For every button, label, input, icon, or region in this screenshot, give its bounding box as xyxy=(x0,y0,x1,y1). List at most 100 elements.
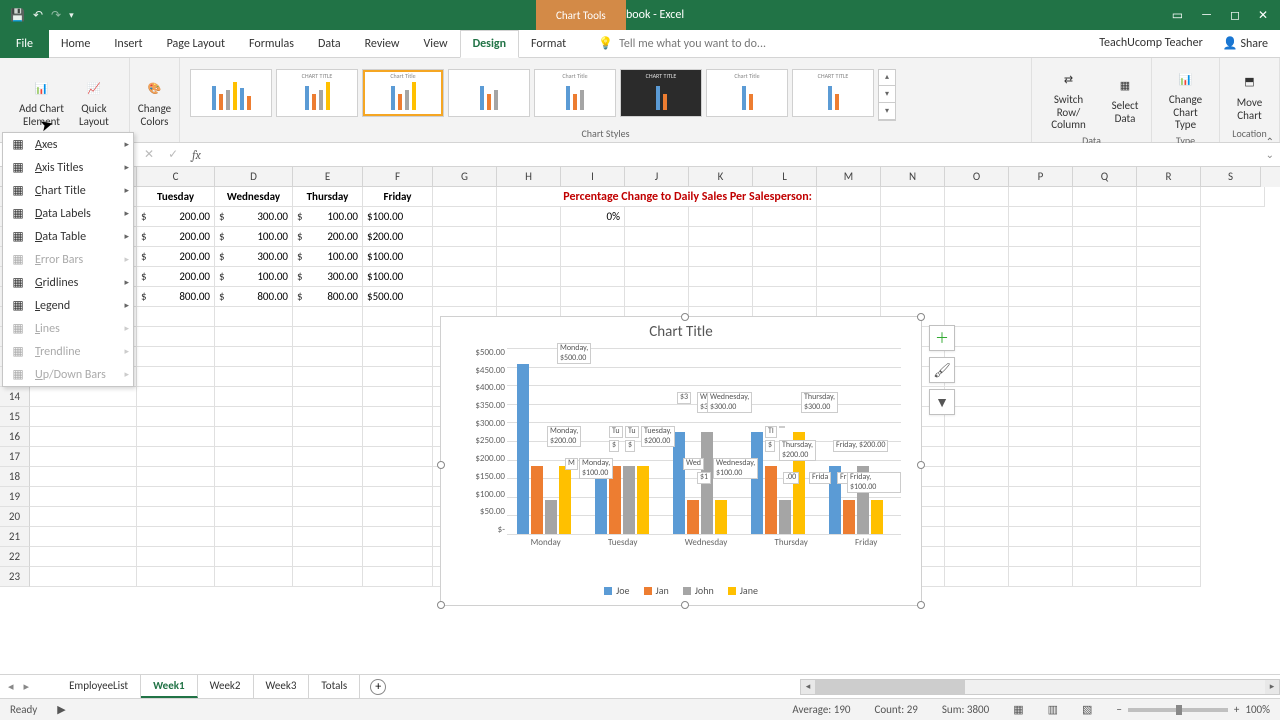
data-label[interactable]: Tuesday, $200.00 xyxy=(641,426,675,447)
qat-dropdown-icon[interactable]: ▾ xyxy=(69,10,74,21)
chart-style-4[interactable] xyxy=(448,69,530,117)
column-header[interactable]: J xyxy=(625,167,689,187)
cell[interactable] xyxy=(1137,307,1201,327)
cell[interactable] xyxy=(1009,187,1073,207)
cell[interactable] xyxy=(1137,347,1201,367)
cell[interactable] xyxy=(945,227,1009,247)
cell[interactable] xyxy=(433,247,497,267)
data-label[interactable]: $ xyxy=(765,440,775,452)
cell[interactable]: $800.00 xyxy=(215,287,293,307)
cell[interactable] xyxy=(215,467,293,487)
cell[interactable]: $300.00 xyxy=(293,267,363,287)
cell[interactable] xyxy=(1137,447,1201,467)
cell[interactable] xyxy=(293,467,363,487)
cell[interactable] xyxy=(293,487,363,507)
column-header[interactable]: E xyxy=(293,167,363,187)
menu-item-axes[interactable]: ▦Axes▸ xyxy=(3,133,133,156)
cell[interactable] xyxy=(1073,447,1137,467)
row-header[interactable]: 22 xyxy=(0,547,30,567)
cell[interactable] xyxy=(363,387,433,407)
macro-record-icon[interactable]: ▶ xyxy=(57,703,65,716)
cell[interactable]: $100.00 xyxy=(293,247,363,267)
cell[interactable] xyxy=(625,227,689,247)
cell[interactable] xyxy=(945,307,1009,327)
row-header[interactable]: 19 xyxy=(0,487,30,507)
cell[interactable] xyxy=(137,527,215,547)
cell[interactable] xyxy=(497,227,561,247)
cell[interactable] xyxy=(137,467,215,487)
cell[interactable] xyxy=(1137,487,1201,507)
cell[interactable]: $800.00 xyxy=(293,287,363,307)
cell[interactable] xyxy=(363,427,433,447)
cell[interactable] xyxy=(137,567,215,587)
column-header[interactable]: L xyxy=(753,167,817,187)
cell[interactable] xyxy=(137,307,215,327)
cell[interactable]: $200.00 xyxy=(363,227,433,247)
cell[interactable]: $100.00 xyxy=(293,207,363,227)
data-label[interactable]: Friday, $200.00 xyxy=(833,440,888,452)
cell[interactable] xyxy=(1137,227,1201,247)
cell[interactable] xyxy=(1009,347,1073,367)
cell[interactable] xyxy=(625,287,689,307)
cell[interactable] xyxy=(817,187,881,207)
switch-row-column-button[interactable]: ⇄Switch Row/ Column xyxy=(1038,62,1099,134)
cell[interactable] xyxy=(1073,367,1137,387)
cell[interactable] xyxy=(1073,247,1137,267)
ribbon-display-icon[interactable]: ▭ xyxy=(1172,8,1183,23)
data-label[interactable]: Monday, $200.00 xyxy=(547,426,581,447)
cell[interactable] xyxy=(363,567,433,587)
cell[interactable] xyxy=(137,367,215,387)
cell[interactable] xyxy=(1009,367,1073,387)
cell[interactable] xyxy=(881,287,945,307)
chart-style-2[interactable]: CHART TITLE xyxy=(276,69,358,117)
cell[interactable] xyxy=(497,287,561,307)
sheet-tab-totals[interactable]: Totals xyxy=(309,675,360,698)
cell[interactable]: 0% xyxy=(561,207,625,227)
cell[interactable] xyxy=(945,487,1009,507)
cell[interactable]: Wednesday xyxy=(215,187,293,207)
cell[interactable] xyxy=(1073,227,1137,247)
cell[interactable] xyxy=(1073,427,1137,447)
sheet-tab-week3[interactable]: Week3 xyxy=(254,675,310,698)
chart-elements-button[interactable]: ＋ xyxy=(929,325,955,351)
cell[interactable] xyxy=(1073,527,1137,547)
cell[interactable] xyxy=(433,187,497,207)
cell[interactable] xyxy=(1137,267,1201,287)
cell[interactable] xyxy=(945,507,1009,527)
cell[interactable] xyxy=(689,287,753,307)
save-icon[interactable]: 💾 xyxy=(10,8,25,23)
cell[interactable]: $100.00 xyxy=(215,227,293,247)
cell[interactable] xyxy=(1137,507,1201,527)
cell[interactable] xyxy=(497,207,561,227)
cell[interactable] xyxy=(1009,207,1073,227)
data-label[interactable] xyxy=(779,426,785,428)
cell[interactable] xyxy=(945,527,1009,547)
cell[interactable]: $500.00 xyxy=(363,287,433,307)
cell[interactable] xyxy=(817,207,881,227)
chart-title[interactable]: Chart Title xyxy=(441,317,921,347)
quick-layout-button[interactable]: 📈 Quick Layout xyxy=(74,71,114,130)
cell[interactable] xyxy=(689,227,753,247)
row-header[interactable]: 14 xyxy=(0,387,30,407)
cell[interactable] xyxy=(293,447,363,467)
cell[interactable] xyxy=(293,567,363,587)
cell[interactable] xyxy=(1073,547,1137,567)
cell[interactable] xyxy=(1073,347,1137,367)
chart-filters-button[interactable]: ▼ xyxy=(929,389,955,415)
cell[interactable] xyxy=(293,427,363,447)
cell[interactable]: $100.00 xyxy=(363,207,433,227)
cell[interactable] xyxy=(1009,527,1073,547)
tab-insert[interactable]: Insert xyxy=(102,30,154,58)
next-sheet-icon[interactable]: ▸ xyxy=(24,680,30,693)
cell[interactable] xyxy=(561,247,625,267)
data-label[interactable]: $1 xyxy=(697,472,711,484)
data-label[interactable]: Frida xyxy=(809,472,831,484)
cell[interactable] xyxy=(1009,327,1073,347)
cell[interactable] xyxy=(137,327,215,347)
cell[interactable] xyxy=(1073,267,1137,287)
tab-file[interactable]: File xyxy=(0,30,49,58)
select-data-button[interactable]: ▦Select Data xyxy=(1105,68,1145,127)
column-header[interactable]: I xyxy=(561,167,625,187)
cell[interactable] xyxy=(363,547,433,567)
column-header[interactable]: R xyxy=(1137,167,1201,187)
